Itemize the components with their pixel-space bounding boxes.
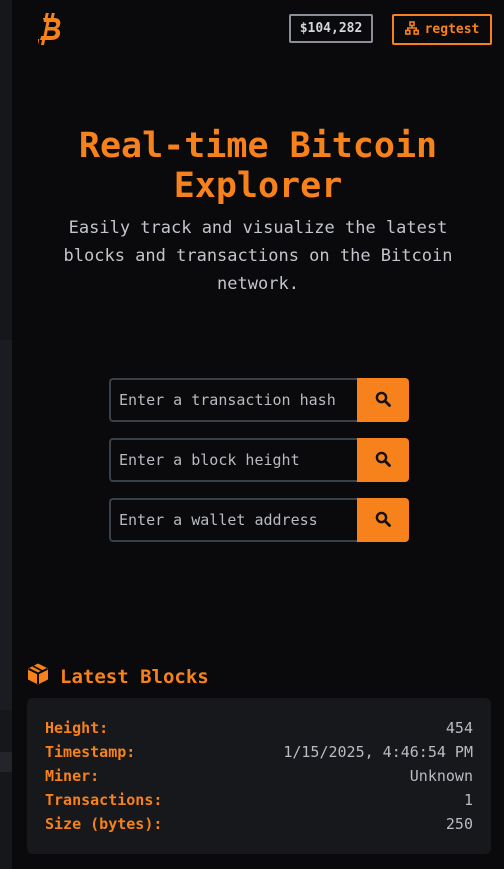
search-icon [375,391,391,410]
page-subtitle: Easily track and visualize the latest bl… [63,218,453,294]
block-timestamp-row: Timestamp: 1/15/2025, 4:46:54 PM [45,740,473,764]
page-title: Real-time Bitcoin Explorer [78,126,438,206]
block-height-value: 454 [445,719,473,737]
transaction-hash-input[interactable] [109,378,357,422]
search-icon [375,511,391,530]
block-size-value: 250 [445,815,473,833]
network-selector-button[interactable]: regtest [392,14,492,45]
search-icon [375,451,391,470]
btc-price-value: $104,282 [299,21,363,36]
block-height-input[interactable] [109,438,357,482]
network-icon [404,20,419,39]
wallet-search [109,498,409,542]
block-height-label: Height: [45,719,109,737]
sidebar-edge [0,0,12,869]
block-size-label: Size (bytes): [45,815,163,833]
bitcoin-logo-icon[interactable] [34,12,64,46]
cube-icon [26,662,50,691]
wallet-address-input[interactable] [109,498,357,542]
block-transactions-row: Transactions: 1 [45,788,473,812]
block-timestamp-value: 1/15/2025, 4:46:54 PM [283,743,473,761]
block-miner-label: Miner: [45,767,100,785]
block-size-row: Size (bytes): 250 [45,812,473,836]
block-timestamp-label: Timestamp: [45,743,136,761]
sidebar-edge-segment [0,340,12,710]
block-search-button[interactable] [357,438,409,482]
wallet-search-button[interactable] [357,498,409,542]
block-search [109,438,409,482]
block-miner-value: Unknown [409,767,473,785]
block-transactions-value: 1 [463,791,473,809]
latest-blocks-title: Latest Blocks [60,665,209,688]
transaction-search-button[interactable] [357,378,409,422]
latest-blocks-heading: Latest Blocks [26,662,209,691]
sidebar-edge-segment [0,752,12,772]
block-miner-row: Miner: Unknown [45,764,473,788]
transaction-search [109,378,409,422]
block-height-row: Height: 454 [45,716,473,740]
block-transactions-label: Transactions: [45,791,163,809]
app-container: $104,282 regtest Real-time Bitcoin Explo… [12,0,504,869]
block-card[interactable]: Height: 454 Timestamp: 1/15/2025, 4:46:5… [27,698,491,854]
network-label: regtest [424,22,480,37]
btc-price-badge: $104,282 [289,14,373,43]
